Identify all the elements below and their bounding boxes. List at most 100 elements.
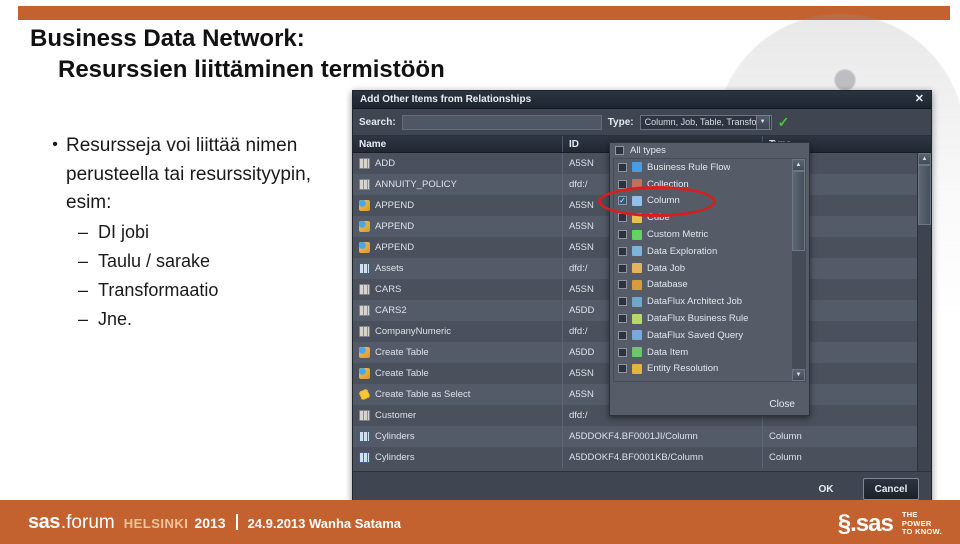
- dropdown-item-entity-resolution[interactable]: Entity Resolution: [614, 361, 805, 378]
- dropdown-item-all-types[interactable]: All types: [610, 143, 809, 158]
- dropdown-item-dataflux-architect-job[interactable]: DataFlux Architect Job: [614, 293, 805, 310]
- type-icon: [632, 330, 642, 341]
- sas-logo-icon: §.sas: [837, 510, 894, 537]
- table-row[interactable]: Cylinders A5DDOKF4.BF0001KB/Column Column: [353, 447, 931, 468]
- dropdown-item-field[interactable]: Field: [614, 377, 805, 382]
- apply-filter-check-icon[interactable]: ✓: [778, 115, 790, 129]
- type-icon: [632, 347, 642, 358]
- column-header-name[interactable]: Name: [353, 136, 563, 152]
- dropdown-footer: Close: [610, 393, 809, 415]
- cell-name: APPEND: [353, 216, 563, 237]
- checkbox-data-item[interactable]: [618, 347, 627, 357]
- cell-name: ANNUITY_POLICY: [353, 174, 563, 195]
- scrollbar-thumb[interactable]: [918, 165, 931, 225]
- job-icon: [359, 200, 370, 211]
- checkbox-dataflux-business-rule[interactable]: [618, 314, 627, 324]
- dropdown-item-label: DataFlux Business Rule: [647, 313, 749, 325]
- cell-name: CompanyNumeric: [353, 321, 563, 342]
- dropdown-item-cube[interactable]: Cube: [614, 209, 805, 226]
- cell-name: APPEND: [353, 195, 563, 216]
- dropdown-item-label: Custom Metric: [647, 229, 709, 241]
- dialog-title-bar: Add Other Items from Relationships ✕: [353, 91, 931, 109]
- dropdown-item-label: All types: [630, 145, 666, 156]
- sub-bullet-item: – Transformaatio: [44, 276, 344, 305]
- checkbox-dataflux-saved-query[interactable]: [618, 330, 627, 340]
- dropdown-scrollbar-thumb[interactable]: [792, 171, 805, 251]
- dash-marker-icon: –: [78, 221, 89, 242]
- cell-name: ADD: [353, 153, 563, 174]
- dropdown-item-label: Data Item: [647, 346, 689, 358]
- dropdown-item-collection[interactable]: Collection: [614, 176, 805, 193]
- chevron-down-icon[interactable]: ▼: [755, 114, 770, 130]
- cell-id: A5DDOKF4.BF0001JI/Column: [563, 426, 763, 447]
- table-icon: [359, 410, 370, 421]
- footer-sas-word: sas: [28, 511, 60, 533]
- footer-city: HELSINKI: [123, 516, 189, 531]
- tagline-line-3: TO KNOW.: [901, 527, 942, 537]
- type-filter-dropdown[interactable]: All types Business Rule Flow Collection ✓ C…: [609, 142, 810, 416]
- job-icon: [359, 368, 370, 379]
- dropdown-close-button[interactable]: Close: [769, 399, 795, 410]
- type-filter-combobox[interactable]: Column, Job, Table, Transfor... ▼: [639, 114, 772, 130]
- cancel-button[interactable]: Cancel: [863, 478, 919, 500]
- checkbox-database[interactable]: [618, 280, 627, 290]
- dropdown-item-data-item[interactable]: Data Item: [614, 344, 805, 361]
- dropdown-item-data-job[interactable]: Data Job: [614, 260, 805, 277]
- results-vertical-scrollbar[interactable]: ▲ ▼: [917, 153, 931, 490]
- type-icon: [632, 279, 642, 290]
- dropdown-item-label: Collection: [647, 178, 689, 190]
- dropdown-item-label: DataFlux Architect Job: [647, 296, 743, 308]
- dropdown-item-dataflux-saved-query[interactable]: DataFlux Saved Query: [614, 327, 805, 344]
- type-options-list[interactable]: Business Rule Flow Collection ✓ Column Cube C…: [613, 158, 806, 382]
- footer-event: 24.9.2013 Wanha Satama: [247, 516, 401, 531]
- scroll-up-icon[interactable]: ▲: [918, 153, 931, 165]
- dropdown-item-dataflux-business-rule[interactable]: DataFlux Business Rule: [614, 310, 805, 327]
- table-icon: [359, 158, 370, 169]
- ok-button[interactable]: OK: [799, 479, 853, 499]
- checkbox-column[interactable]: ✓: [618, 196, 627, 206]
- dropdown-scroll-up-icon[interactable]: ▲: [792, 159, 805, 171]
- table-row[interactable]: Cylinders A5DDOKF4.BF0001JI/Column Column: [353, 426, 931, 447]
- cell-name: Create Table: [353, 363, 563, 384]
- dropdown-item-label: Data Job: [647, 262, 686, 274]
- cell-name-label: Create Table: [375, 368, 429, 379]
- dropdown-item-label: Data Exploration: [647, 245, 718, 257]
- cell-name-label: Create Table as Select: [375, 389, 471, 400]
- column-icon: [359, 452, 370, 463]
- dropdown-vertical-scrollbar[interactable]: ▲ ▼: [792, 159, 805, 381]
- checkbox-data-job[interactable]: [618, 263, 627, 273]
- close-icon[interactable]: ✕: [915, 94, 924, 105]
- type-icon: [632, 162, 642, 173]
- checkbox-data-exploration[interactable]: [618, 246, 627, 256]
- checkbox-all-types[interactable]: [615, 146, 624, 155]
- dash-marker-icon: –: [78, 279, 89, 300]
- dropdown-item-label: Cube: [647, 212, 670, 224]
- dropdown-scroll-down-icon[interactable]: ▼: [792, 369, 805, 381]
- checkbox-business-rule-flow[interactable]: [618, 162, 627, 172]
- checkbox-dataflux-architect-job[interactable]: [618, 297, 627, 307]
- type-icon: [632, 363, 642, 374]
- dropdown-item-database[interactable]: Database: [614, 277, 805, 294]
- cell-name-label: APPEND: [375, 242, 415, 253]
- search-input[interactable]: [401, 114, 602, 130]
- dropdown-item-label: DataFlux Saved Query: [647, 329, 744, 341]
- cell-name: Create Table: [353, 342, 563, 363]
- job-icon: [359, 347, 370, 358]
- checkbox-entity-resolution[interactable]: [618, 364, 627, 374]
- checkbox-custom-metric[interactable]: [618, 230, 627, 240]
- column-icon: [359, 263, 370, 274]
- cell-name: Customer: [353, 405, 563, 426]
- dropdown-item-label: Field: [647, 380, 668, 381]
- dropdown-item-data-exploration[interactable]: Data Exploration: [614, 243, 805, 260]
- cell-name-label: Cylinders: [375, 452, 415, 463]
- dropdown-item-custom-metric[interactable]: Custom Metric: [614, 226, 805, 243]
- cell-name-label: Assets: [375, 263, 404, 274]
- dropdown-item-business-rule-flow[interactable]: Business Rule Flow: [614, 159, 805, 176]
- dropdown-item-column[interactable]: ✓ Column: [614, 193, 805, 210]
- checkbox-field[interactable]: [618, 381, 627, 382]
- footer-branding: sas .forum HELSINKI 2013 24.9.2013 Wanha…: [28, 511, 401, 534]
- checkbox-collection[interactable]: [618, 179, 627, 189]
- checkbox-cube[interactable]: [618, 213, 627, 223]
- cell-name: Cylinders: [353, 426, 563, 447]
- footer-divider: [235, 514, 238, 530]
